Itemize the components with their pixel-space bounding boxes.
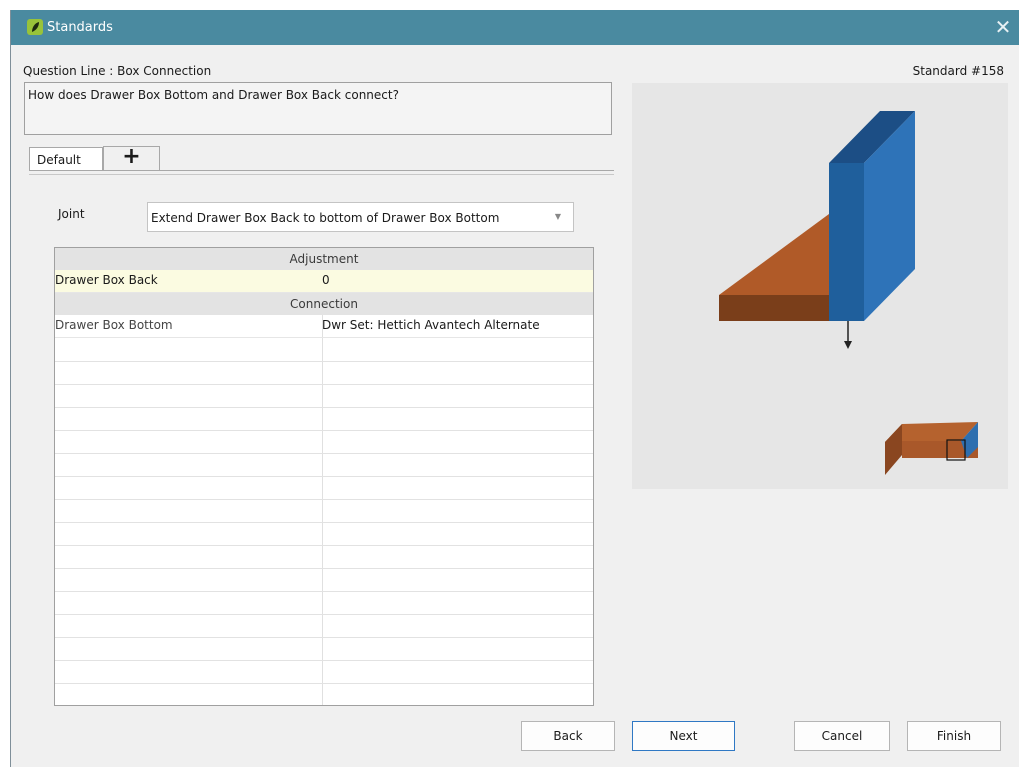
standards-dialog: Standards ✕ Question Line : Box Connecti… bbox=[10, 10, 1019, 767]
empty-row-line bbox=[55, 407, 593, 408]
bottom-board-edge bbox=[719, 295, 829, 321]
empty-row-line bbox=[55, 476, 593, 477]
empty-row-line bbox=[55, 545, 593, 546]
title-bar: Standards ✕ bbox=[11, 10, 1019, 45]
table-row[interactable]: Drawer Box Bottom Dwr Set: Hettich Avant… bbox=[55, 315, 593, 338]
question-text-box: How does Drawer Box Bottom and Drawer Bo… bbox=[24, 82, 612, 135]
empty-row-line bbox=[55, 453, 593, 454]
properties-grid: Adjustment Drawer Box Back 0 Connection … bbox=[54, 247, 594, 706]
window-title: Standards bbox=[47, 20, 113, 35]
arrow-down-icon bbox=[844, 341, 852, 349]
empty-row-line bbox=[55, 683, 593, 684]
empty-row-line bbox=[55, 568, 593, 569]
plus-icon: + bbox=[122, 144, 141, 169]
table-row[interactable]: Drawer Box Back 0 bbox=[55, 270, 593, 293]
empty-row-line bbox=[55, 614, 593, 615]
back-panel-face bbox=[829, 163, 864, 321]
joint-preview-image bbox=[719, 111, 978, 475]
tab-divider bbox=[29, 170, 614, 171]
tab-strip: Default + bbox=[24, 146, 614, 182]
back-button[interactable]: Back bbox=[521, 721, 615, 751]
app-logo-icon bbox=[27, 19, 43, 35]
row-value[interactable]: 0 bbox=[322, 273, 330, 287]
tab-default[interactable]: Default bbox=[29, 147, 103, 171]
question-text: How does Drawer Box Bottom and Drawer Bo… bbox=[28, 88, 399, 102]
empty-row-line bbox=[55, 384, 593, 385]
finish-button[interactable]: Finish bbox=[907, 721, 1001, 751]
tab-divider-secondary bbox=[29, 174, 614, 175]
add-tab-button[interactable]: + bbox=[103, 146, 160, 170]
next-button[interactable]: Next bbox=[632, 721, 735, 751]
empty-row-line bbox=[55, 499, 593, 500]
column-divider bbox=[322, 315, 323, 705]
bottom-board-top bbox=[719, 214, 829, 295]
close-icon[interactable]: ✕ bbox=[988, 13, 1018, 41]
empty-row-line bbox=[55, 430, 593, 431]
tab-default-label: Default bbox=[37, 153, 81, 167]
empty-row-line bbox=[55, 637, 593, 638]
row-value[interactable]: Dwr Set: Hettich Avantech Alternate bbox=[322, 318, 540, 332]
joint-label: Joint bbox=[58, 207, 85, 221]
empty-row-line bbox=[55, 522, 593, 523]
cancel-button[interactable]: Cancel bbox=[794, 721, 890, 751]
row-name: Drawer Box Bottom bbox=[55, 318, 173, 332]
chevron-down-icon: ▼ bbox=[554, 212, 561, 221]
joint-dropdown[interactable]: Extend Drawer Box Back to bottom of Draw… bbox=[147, 202, 574, 232]
row-name: Drawer Box Back bbox=[55, 273, 158, 287]
question-line-label: Question Line : Box Connection bbox=[23, 64, 212, 78]
thumbnail-board-side bbox=[885, 424, 902, 475]
joint-preview-panel bbox=[632, 83, 1008, 489]
empty-row-line bbox=[55, 361, 593, 362]
empty-row-line bbox=[55, 660, 593, 661]
adjustment-section-header: Adjustment bbox=[55, 248, 593, 270]
standard-number: Standard #158 bbox=[912, 64, 1004, 78]
empty-row-line bbox=[55, 591, 593, 592]
connection-section-header: Connection bbox=[55, 293, 593, 315]
joint-selected-value: Extend Drawer Box Back to bottom of Draw… bbox=[151, 211, 500, 225]
